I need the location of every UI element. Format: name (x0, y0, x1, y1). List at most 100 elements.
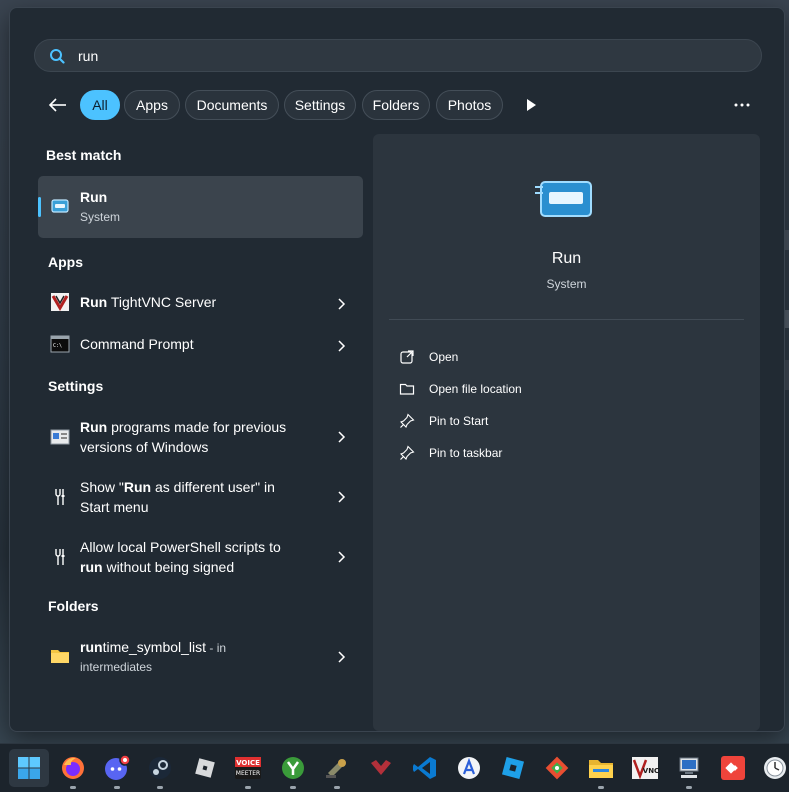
run-large-icon (535, 181, 592, 217)
taskbar-anydesk[interactable] (718, 753, 748, 783)
compatibility-settings-icon (50, 429, 70, 445)
search-box[interactable] (34, 39, 762, 72)
preview-pane: Run System Open Open file location Pin t… (373, 134, 760, 731)
result-command-prompt[interactable]: C:\ Command Prompt (38, 332, 363, 356)
taskbar-network-app[interactable] (674, 753, 704, 783)
command-prompt-icon: C:\ (50, 335, 70, 353)
taskbar-steam[interactable] (145, 753, 175, 783)
arrow-left-icon (48, 98, 66, 112)
taskbar-green-app[interactable] (278, 753, 308, 783)
running-indicator (334, 786, 340, 789)
best-match-subtitle: System (80, 210, 121, 224)
discord-icon (105, 754, 131, 780)
result-powershell-scripts[interactable]: Allow local PowerShell scripts to run wi… (38, 536, 363, 578)
taskbar-voicemeeter[interactable]: VOICE MEETER (233, 753, 263, 783)
svg-text:VNC: VNC (643, 767, 659, 775)
chevron-right-icon (338, 431, 346, 443)
filter-folders[interactable]: Folders (362, 90, 430, 120)
preview-title: Run (551, 250, 582, 267)
start-button[interactable] (9, 749, 49, 787)
running-indicator (598, 786, 604, 789)
best-match-name: Run (80, 189, 108, 205)
start-icon (18, 757, 40, 779)
search-input[interactable] (78, 40, 678, 71)
action-open-file-location-label: Open file location (429, 382, 522, 396)
taskbar-red-app[interactable] (366, 753, 396, 783)
running-indicator (114, 786, 120, 789)
result-folder-line1: runtime_symbol_list - in (80, 639, 227, 655)
roblox-studio-icon (501, 756, 525, 780)
running-indicator (290, 786, 296, 789)
best-match-heading: Best match (46, 147, 122, 163)
back-button[interactable] (46, 93, 70, 117)
action-pin-to-start[interactable]: Pin to Start (399, 410, 699, 432)
app-a-icon (458, 757, 480, 779)
running-indicator (245, 786, 251, 789)
folder-outline-icon (399, 383, 415, 395)
result-command-prompt-label: Command Prompt (80, 336, 194, 352)
vnc-viewer-icon: VNC (632, 757, 659, 780)
anydesk-icon (721, 756, 745, 780)
taskbar-file-explorer[interactable] (586, 753, 616, 783)
run-icon (51, 199, 69, 213)
result-run-as-different-user[interactable]: Show "Run as different user" in Start me… (38, 476, 363, 518)
taskbar-roblox[interactable] (190, 753, 220, 783)
taskbar-roblox-studio[interactable] (498, 753, 528, 783)
settings-wrench-icon (55, 549, 65, 565)
result-run-as-user-line2: Start menu (80, 499, 149, 515)
start-search-panel: All Apps Documents Settings Folders Phot… (9, 7, 785, 732)
steam-icon (149, 757, 171, 779)
chevron-right-icon (338, 491, 346, 503)
more-options-button[interactable] (730, 96, 754, 114)
vscode-icon (413, 757, 436, 779)
play-more-filters-icon[interactable] (522, 96, 540, 114)
chevron-right-icon (338, 651, 346, 663)
app-green-icon (282, 757, 304, 779)
filter-photos[interactable]: Photos (436, 90, 503, 120)
taskbar-discord[interactable] (102, 753, 132, 783)
filter-all[interactable]: All (80, 90, 120, 120)
result-run-as-user-line1: Show "Run as different user" in (80, 479, 275, 495)
result-tightvnc[interactable]: Run TightVNC Server (38, 290, 363, 314)
pin-icon (400, 445, 415, 460)
action-open-label: Open (429, 350, 459, 364)
action-open[interactable]: Open (399, 346, 699, 368)
firefox-icon (62, 757, 84, 779)
preview-divider (389, 319, 744, 320)
filter-settings[interactable]: Settings (284, 90, 356, 120)
open-external-icon (400, 350, 414, 364)
voicemeeter-icon: VOICE MEETER (235, 757, 261, 779)
tightvnc-icon (51, 293, 69, 311)
action-pin-to-start-label: Pin to Start (429, 414, 489, 428)
svg-text:C:\: C:\ (53, 343, 62, 349)
running-indicator (70, 786, 76, 789)
action-pin-to-taskbar[interactable]: Pin to taskbar (399, 442, 699, 464)
ellipsis-icon (734, 103, 750, 107)
taskbar: VOICE MEETER VNC (0, 743, 789, 792)
taskbar-a-app[interactable] (454, 753, 484, 783)
result-folder-location: intermediates (80, 660, 153, 674)
selection-accent (38, 197, 41, 217)
taskbar-firefox[interactable] (58, 753, 88, 783)
result-powershell-line1: Allow local PowerShell scripts to (80, 539, 281, 555)
file-explorer-icon (589, 760, 613, 778)
taskbar-vscode[interactable] (410, 753, 440, 783)
filter-apps[interactable]: Apps (124, 90, 180, 120)
taskbar-tools-app[interactable] (322, 753, 352, 783)
result-compatibility-setting[interactable]: Run programs made for previous versions … (38, 416, 363, 458)
taskbar-vnc-viewer[interactable]: VNC (630, 753, 660, 783)
clock-app-icon (764, 757, 786, 779)
running-indicator (157, 786, 163, 789)
action-pin-to-taskbar-label: Pin to taskbar (429, 446, 503, 460)
action-open-file-location[interactable]: Open file location (399, 378, 699, 400)
taskbar-clock-app[interactable] (760, 753, 789, 783)
result-runtime-folder[interactable]: runtime_symbol_list - in intermediates (38, 636, 363, 678)
chevron-right-icon (338, 551, 346, 563)
filter-row: All Apps Documents Settings Folders Phot… (10, 88, 786, 122)
svg-text:MEETER: MEETER (236, 770, 260, 777)
filter-documents[interactable]: Documents (185, 90, 279, 120)
taskbar-git[interactable] (542, 753, 572, 783)
running-indicator (686, 786, 692, 789)
result-compatibility-line2: versions of Windows (80, 439, 209, 455)
best-match-run[interactable]: Run System (38, 176, 363, 238)
